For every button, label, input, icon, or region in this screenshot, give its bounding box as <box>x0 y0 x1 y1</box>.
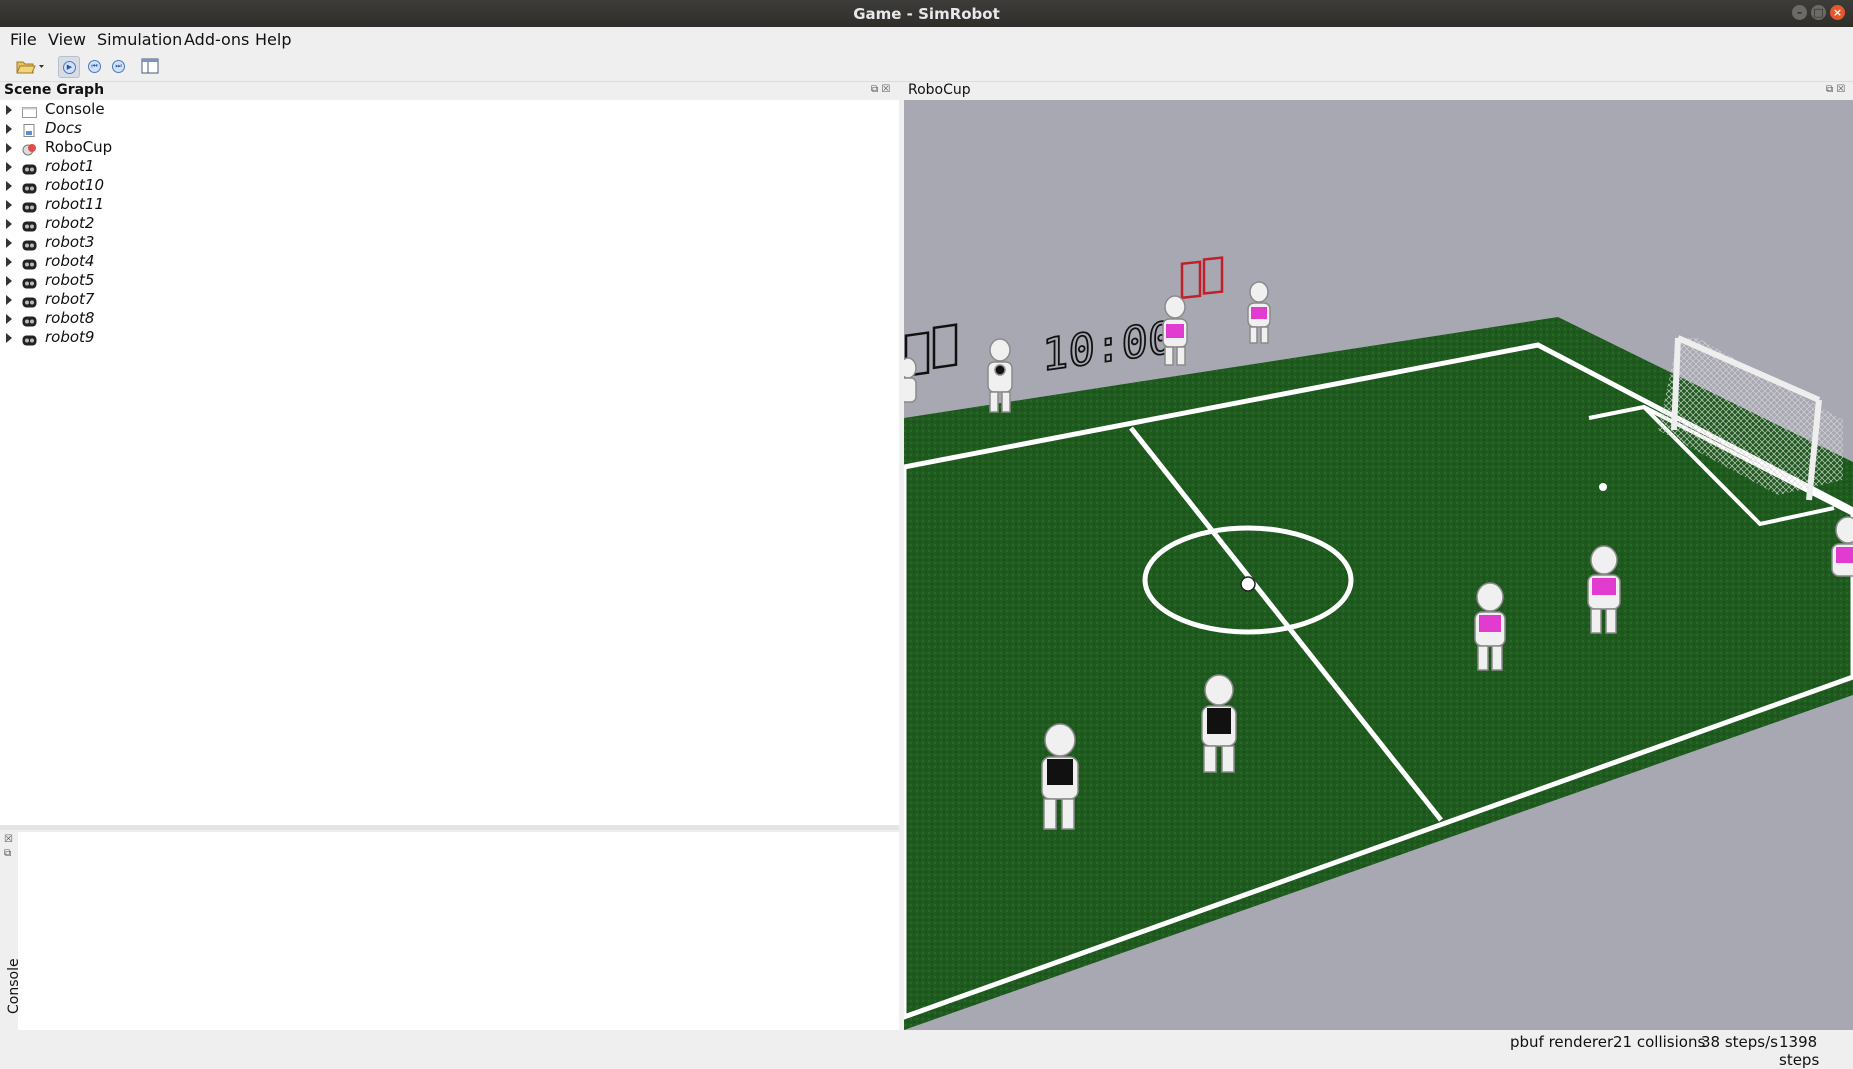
status-renderer: pbuf renderer <box>1510 1033 1614 1051</box>
docs-icon <box>22 122 37 137</box>
console-dock: ☒ ⧉ Console <box>0 830 899 1030</box>
expand-arrow-icon[interactable] <box>6 314 12 324</box>
close-panel-icon[interactable]: ☒ <box>1836 84 1845 95</box>
scene-graph-dock-buttons: ⧉ ☒ <box>871 84 890 95</box>
expand-arrow-icon[interactable] <box>6 238 12 248</box>
close-panel-icon[interactable]: ☒ <box>881 84 890 95</box>
robot-icon <box>22 160 37 175</box>
expand-arrow-icon[interactable] <box>6 276 12 286</box>
menu-simulation[interactable]: Simulation <box>97 30 182 49</box>
step-icon: ⏭ <box>112 60 125 73</box>
folder-open-icon <box>16 61 44 74</box>
menu-bar: File View Simulation Add-ons Help <box>0 27 1853 51</box>
expand-arrow-icon[interactable] <box>6 124 12 134</box>
tree-item-robot7[interactable]: robot7 <box>0 290 880 309</box>
menu-file[interactable]: File <box>10 30 37 49</box>
tree-item-console[interactable]: Console <box>0 100 880 119</box>
console-float-icon[interactable]: ⧉ <box>4 848 11 859</box>
float-icon[interactable]: ⧉ <box>871 84 878 95</box>
robot-icon <box>22 255 37 270</box>
window-titlebar: Game - SimRobot – □ × <box>0 0 1853 27</box>
console-icon <box>22 103 37 118</box>
tree-item-label: robot9 <box>45 328 95 346</box>
tree-item-label: robot1 <box>45 157 95 175</box>
expand-arrow-icon[interactable] <box>6 162 12 172</box>
tree-item-label: robot11 <box>45 195 105 213</box>
expand-arrow-icon[interactable] <box>6 295 12 305</box>
reset-icon: ⏮ <box>88 60 101 73</box>
view3d-title: RoboCup <box>908 82 971 98</box>
tree-item-robot10[interactable]: robot10 <box>0 176 880 195</box>
tree-item-label: Docs <box>45 119 82 137</box>
expand-arrow-icon[interactable] <box>6 143 12 153</box>
expand-arrow-icon[interactable] <box>6 257 12 267</box>
minimize-icon[interactable]: – <box>1792 5 1807 20</box>
expand-arrow-icon[interactable] <box>6 219 12 229</box>
expand-arrow-icon[interactable] <box>6 105 12 115</box>
status-steps: 1398 steps <box>1779 1033 1820 1069</box>
tree-item-robot9[interactable]: robot9 <box>0 328 880 347</box>
tree-item-label: robot5 <box>45 271 95 289</box>
play-icon: ▶ <box>63 61 76 74</box>
tree-item-robot8[interactable]: robot8 <box>0 309 880 328</box>
tree-item-robot1[interactable]: robot1 <box>0 157 880 176</box>
tree-item-label: RoboCup <box>45 138 113 156</box>
robot-partial-left <box>904 357 917 403</box>
window-title: Game - SimRobot <box>853 5 1000 23</box>
float-icon[interactable]: ⧉ <box>1826 84 1833 95</box>
tree-item-robot2[interactable]: robot2 <box>0 214 880 233</box>
robot-icon <box>22 236 37 251</box>
robot-icon <box>22 274 37 289</box>
field-scene: 10:00 <box>904 100 1853 1030</box>
status-bar: pbuf renderer 21 collisions 38 steps/s 1… <box>0 1030 1853 1069</box>
robot-icon <box>22 217 37 232</box>
view3d-dock-buttons: ⧉ ☒ <box>1826 84 1845 95</box>
ball <box>1240 576 1256 592</box>
maximize-icon[interactable]: □ <box>1811 5 1826 20</box>
status-rate: 38 steps/s <box>1701 1033 1778 1051</box>
status-collisions: 21 collisions <box>1613 1033 1706 1051</box>
tree-item-label: robot3 <box>45 233 95 251</box>
tree-item-robot3[interactable]: robot3 <box>0 233 880 252</box>
expand-arrow-icon[interactable] <box>6 181 12 191</box>
scene-graph-title: Scene Graph <box>4 82 105 98</box>
open-button[interactable] <box>14 56 48 76</box>
close-icon[interactable]: × <box>1830 5 1845 20</box>
tree-item-label: robot10 <box>45 176 105 194</box>
robot-icon <box>22 198 37 213</box>
tree-item-docs[interactable]: Docs <box>0 119 880 138</box>
tree-item-robot4[interactable]: robot4 <box>0 252 880 271</box>
expand-arrow-icon[interactable] <box>6 333 12 343</box>
robocup-icon <box>22 141 37 156</box>
layout-button[interactable] <box>140 56 160 76</box>
tree-item-label: robot2 <box>45 214 95 232</box>
tree-item-label: robot8 <box>45 309 95 327</box>
reset-simulation-button[interactable]: ⏮ <box>84 56 104 76</box>
tree-item-label: robot4 <box>45 252 95 270</box>
tree-item-label: robot7 <box>45 290 95 308</box>
toolbar: ▶ ⏮ ⏭ <box>0 51 1853 82</box>
step-simulation-button[interactable]: ⏭ <box>108 56 128 76</box>
scene-graph-tree: Console Docs RoboCup robot1 robot10 robot11 ro… <box>0 100 899 825</box>
console-close-icon[interactable]: ☒ <box>4 834 13 845</box>
start-simulation-button[interactable]: ▶ <box>58 56 80 78</box>
tree-item-robot11[interactable]: robot11 <box>0 195 880 214</box>
menu-view[interactable]: View <box>48 30 86 49</box>
robot-icon <box>22 293 37 308</box>
menu-addons[interactable]: Add-ons <box>184 30 249 49</box>
tree-item-robocup[interactable]: RoboCup <box>0 138 880 157</box>
menu-help[interactable]: Help <box>255 30 291 49</box>
console-output[interactable] <box>18 832 899 1030</box>
layout-icon <box>141 58 159 74</box>
expand-arrow-icon[interactable] <box>6 200 12 210</box>
tree-item-robot5[interactable]: robot5 <box>0 271 880 290</box>
robocup-3d-view[interactable]: 10:00 <box>904 100 1853 1030</box>
robot-icon <box>22 179 37 194</box>
tree-item-label: Console <box>45 100 105 118</box>
penalty-mark <box>1599 483 1607 491</box>
robot-icon <box>22 331 37 346</box>
robot-icon <box>22 312 37 327</box>
